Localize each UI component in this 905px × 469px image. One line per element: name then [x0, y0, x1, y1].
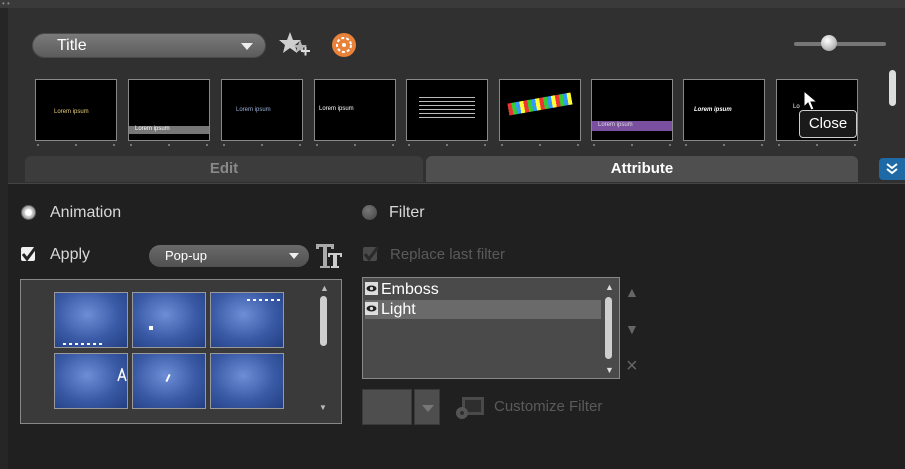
thumbnail-ticks: [683, 144, 765, 150]
replace-last-filter-checkbox[interactable]: [362, 245, 380, 263]
list-item-light[interactable]: Light: [365, 300, 601, 319]
title-thumbnail-2[interactable]: Lorem ipsum: [128, 79, 210, 141]
title-thumbnail-1[interactable]: Lorem ipsum: [35, 79, 117, 141]
animation-preset-1[interactable]: [54, 292, 128, 348]
chevron-down-icon: [422, 405, 434, 412]
apply-label: Apply: [50, 246, 91, 263]
top-strip: • •: [0, 0, 905, 8]
chevron-down-icon: [241, 43, 253, 50]
tab-attribute[interactable]: Attribute: [426, 156, 858, 182]
tab-edit[interactable]: Edit: [25, 156, 423, 182]
animation-preset-grid: [20, 279, 342, 424]
thumbnail-label: Lorem ipsum: [694, 107, 732, 113]
colorful-text-graphic: [507, 92, 573, 116]
animation-preset-6[interactable]: [210, 353, 284, 409]
thumbnail-size-slider[interactable]: [794, 42, 886, 46]
thumbnail-label: Lorem ipsum: [54, 109, 89, 115]
library-scrollbar[interactable]: [889, 70, 896, 106]
list-item-emboss[interactable]: Emboss: [365, 280, 601, 299]
filter-radio[interactable]: [362, 205, 377, 220]
preset-effects-icon[interactable]: [330, 31, 358, 59]
scroll-down-icon[interactable]: ▼: [605, 365, 614, 375]
chevron-down-icon: [289, 253, 299, 259]
slider-thumb[interactable]: [820, 35, 837, 51]
thumbnail-label: Lorem ipsum: [135, 126, 170, 132]
expand-options-button[interactable]: [879, 158, 905, 180]
customize-filter-label: Customize Filter: [494, 398, 603, 415]
thumbnail-label: Lorem ipsum: [236, 107, 271, 113]
filter-preset-dropdown-button[interactable]: [414, 389, 440, 425]
animation-preset-2[interactable]: [132, 292, 206, 348]
applied-filters-list: Emboss Light: [362, 277, 620, 379]
title-thumbnail-5[interactable]: [406, 79, 488, 141]
thumbnail-ticks: [35, 144, 117, 150]
move-filter-up-button[interactable]: ▲: [625, 284, 639, 300]
animation-type-dropdown[interactable]: Pop-up: [149, 245, 309, 267]
title-thumbnail-4[interactable]: Lorem ipsum: [314, 79, 396, 141]
remove-filter-button[interactable]: ×: [626, 355, 638, 378]
thumbnail-ticks: [221, 144, 303, 150]
thumbnail-ticks: [776, 144, 858, 150]
move-filter-down-button[interactable]: ▼: [625, 321, 639, 337]
scroll-up-icon[interactable]: ▲: [605, 282, 614, 292]
scroll-down-icon[interactable]: ▼: [319, 403, 327, 412]
thumbnail-ticks: [314, 144, 396, 150]
animation-preset-3[interactable]: [210, 292, 284, 348]
text-lines-graphic: [419, 97, 475, 119]
animation-preset-4[interactable]: [54, 353, 128, 409]
add-to-favorites-icon[interactable]: [278, 30, 312, 60]
title-thumbnail-3[interactable]: Lorem ipsum: [221, 79, 303, 141]
filter-name: Emboss: [381, 281, 439, 298]
close-tooltip: Close: [799, 110, 857, 138]
category-dropdown[interactable]: Title: [32, 33, 266, 58]
filter-name: Light: [381, 301, 416, 318]
thumbnail-ticks: [128, 144, 210, 150]
title-thumbnail-6[interactable]: [499, 79, 581, 141]
thumbnail-label: Lorem ipsum: [319, 106, 354, 112]
thumbnail-label: Lorem ipsum: [598, 122, 633, 128]
apply-checkbox[interactable]: [20, 245, 38, 263]
customize-filter-icon[interactable]: [454, 393, 486, 421]
title-thumbnail-7[interactable]: Lorem ipsum: [591, 79, 673, 141]
filter-list-scrollbar[interactable]: [605, 297, 612, 359]
thumbnail-ticks: [406, 144, 488, 150]
animation-label: Animation: [50, 204, 122, 221]
text-animation-settings-icon[interactable]: [314, 241, 344, 269]
double-chevron-down-icon: [886, 163, 898, 175]
thumbnail-ticks: [591, 144, 673, 150]
animation-grid-scrollbar[interactable]: [320, 296, 327, 346]
category-dropdown-value: Title: [57, 37, 87, 54]
mouse-cursor-icon: [803, 90, 819, 111]
animation-preset-5[interactable]: [132, 353, 206, 409]
letter-glyph-graphic: [117, 368, 127, 382]
scroll-up-icon[interactable]: ▲: [320, 283, 329, 293]
animation-type-value: Pop-up: [165, 248, 207, 263]
visibility-eye-icon[interactable]: [365, 302, 378, 315]
animation-radio[interactable]: [21, 205, 36, 220]
filter-label: Filter: [389, 204, 425, 221]
grip-icon: • •: [2, 0, 10, 8]
filter-preset-selector[interactable]: [362, 389, 412, 425]
replace-last-filter-label: Replace last filter: [390, 246, 506, 263]
visibility-eye-icon[interactable]: [365, 282, 378, 295]
title-thumbnail-8[interactable]: Lorem ipsum: [683, 79, 765, 141]
thumbnail-label: Lo: [793, 104, 800, 110]
thumbnail-ticks: [499, 144, 581, 150]
